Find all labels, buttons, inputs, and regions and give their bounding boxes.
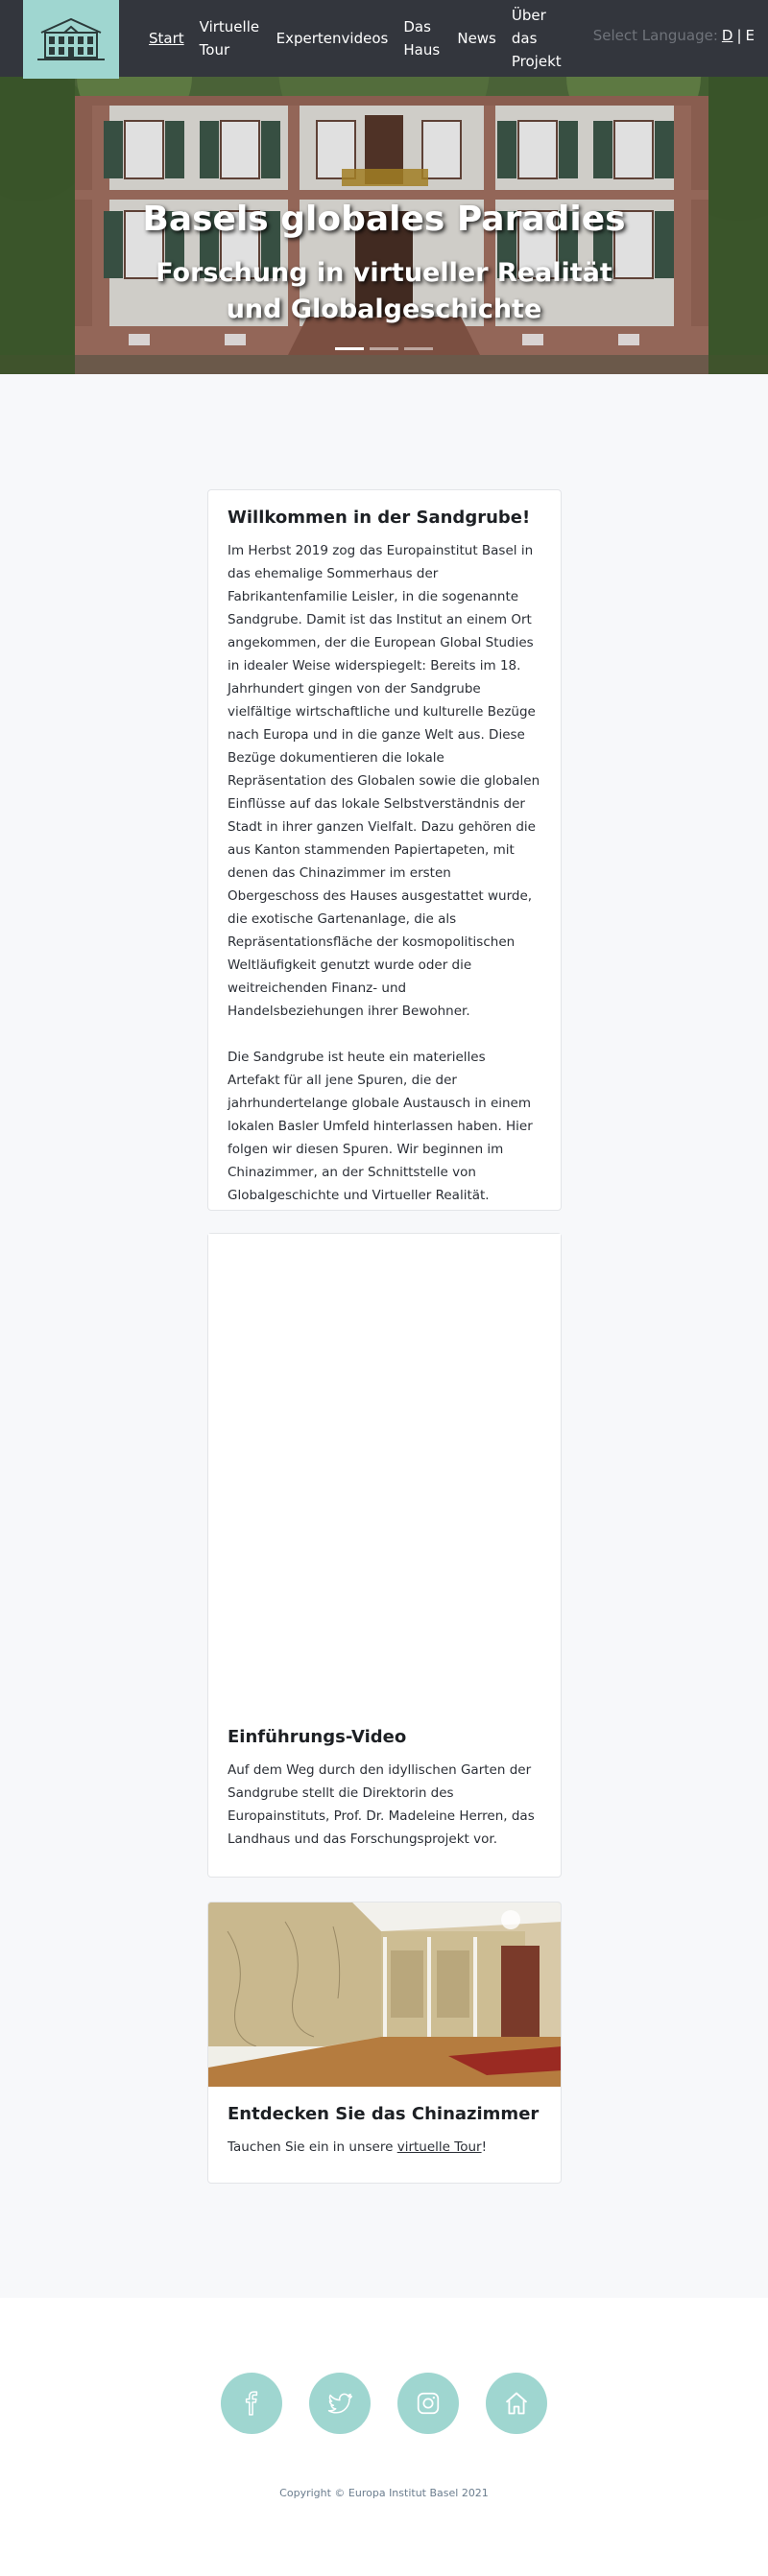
nav-expertenvideos[interactable]: Expertenvideos [276,27,389,50]
china-title: Entdecken Sie das Chinazimmer [228,2104,540,2124]
video-card: Einführungs-Video Auf dem Weg durch den … [207,1233,562,1878]
house-logo-icon [37,17,105,60]
copyright: Copyright © Europa Institut Basel 2021 [279,2487,489,2499]
china-room-card: Entdecken Sie das Chinazimmer Tauchen Si… [207,1902,562,2184]
carousel-dot-2[interactable] [370,347,398,350]
nav-das-haus[interactable]: Das Haus [403,15,442,61]
china-text-end: ! [481,2139,487,2155]
nav-start[interactable]: Start [149,27,184,50]
language-en[interactable]: E [746,27,755,44]
video-title: Einführungs-Video [228,1727,407,1747]
carousel-indicators [0,347,768,350]
hero-subtitle: Forschung in virtueller Realität und Glo… [156,258,612,324]
language-de[interactable]: D [722,27,733,44]
china-room-image[interactable] [208,1902,562,2087]
social-links [0,2373,768,2434]
welcome-card: Willkommen in der Sandgrube! Im Herbst 2… [207,489,562,1211]
nav-ueber-das-projekt[interactable]: Über das Projekt [512,4,562,73]
video-description: Auf dem Weg durch den idyllischen Garten… [228,1762,535,1847]
nav-virtuelle-tour[interactable]: Virtuelle Tour [200,15,261,61]
facebook-icon [245,2391,258,2416]
video-player[interactable] [208,1234,561,1713]
navbar: Start Virtuelle Tour Expertenvideos Das … [0,0,768,79]
hero-carousel: Basels globales Paradies Forschung in vi… [0,77,768,374]
facebook-button[interactable] [221,2373,282,2434]
instagram-icon [417,2392,440,2415]
twitter-button[interactable] [309,2373,371,2434]
welcome-paragraph-1: Im Herbst 2019 zog das Europainstitut Ba… [228,543,540,1019]
hero-title: Basels globales Paradies [142,200,626,239]
carousel-dot-3[interactable] [404,347,433,350]
home-button[interactable] [486,2373,547,2434]
footer: Copyright © Europa Institut Basel 2021 [0,2298,768,2576]
virtual-tour-link[interactable]: virtuelle Tour [397,2139,482,2155]
carousel-dot-1[interactable] [335,347,364,350]
welcome-title: Willkommen in der Sandgrube! [228,508,531,528]
language-switcher: Select Language: D | E [593,27,755,44]
china-text-lead: Tauchen Sie ein in unsere [228,2139,397,2155]
twitter-icon [327,2393,353,2414]
logo[interactable] [23,0,119,79]
language-separator: | [736,27,742,44]
nav-news[interactable]: News [457,27,496,50]
main-nav: Start Virtuelle Tour Expertenvideos Das … [149,0,562,77]
home-icon [505,2392,528,2415]
china-text: Tauchen Sie ein in unsere virtuelle Tour… [228,2136,541,2159]
welcome-paragraph-2: Die Sandgrube ist heute ein materielles … [228,1050,533,1203]
language-prompt: Select Language: [592,27,718,44]
instagram-button[interactable] [397,2373,459,2434]
